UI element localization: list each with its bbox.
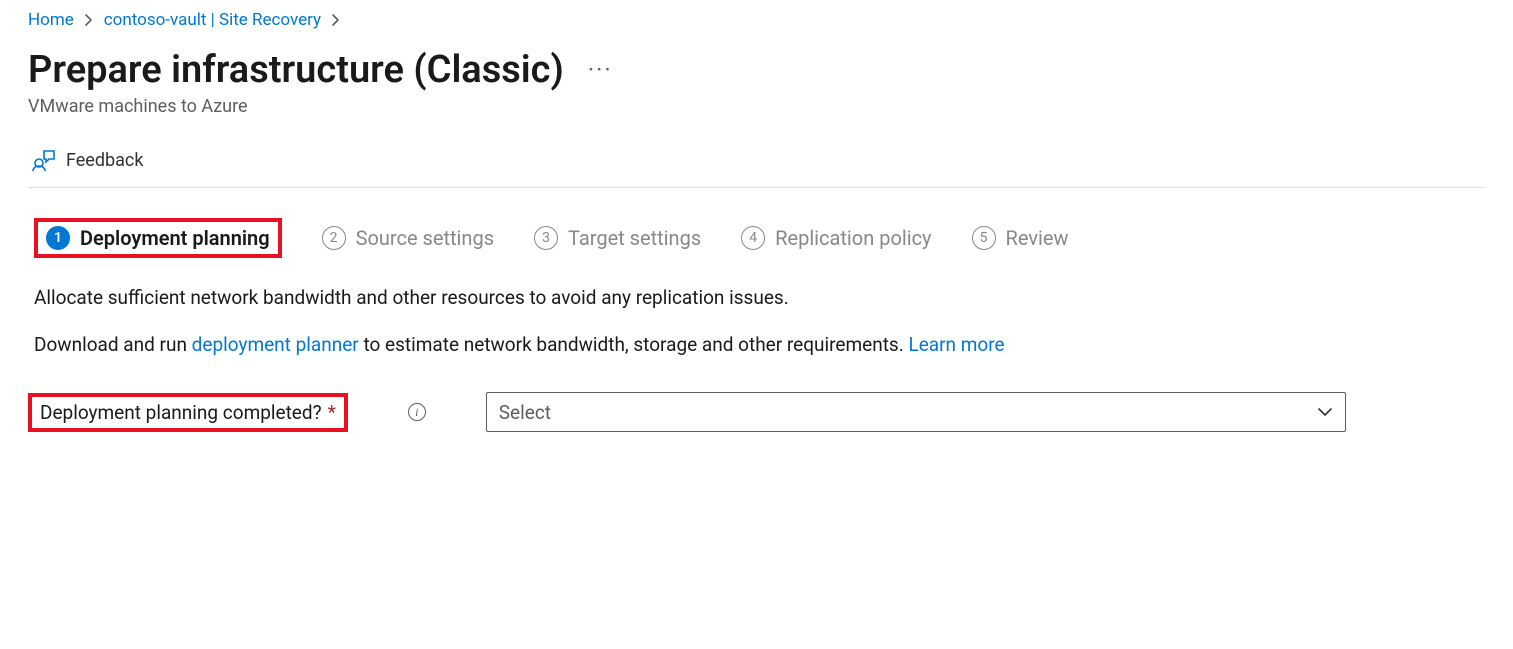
description-line-1: Allocate sufficient network bandwidth an… <box>28 286 1485 309</box>
feedback-button[interactable]: Feedback <box>28 141 1485 188</box>
page-subtitle: VMware machines to Azure <box>28 96 1485 117</box>
learn-more-link[interactable]: Learn more <box>908 333 1004 356</box>
deployment-planning-select[interactable]: Select <box>486 392 1346 432</box>
step-label: Review <box>1006 226 1069 250</box>
info-icon[interactable]: i <box>408 403 426 421</box>
step-label: Deployment planning <box>80 226 270 250</box>
text-fragment: to estimate network bandwidth, storage a… <box>359 333 909 356</box>
page-title: Prepare infrastructure (Classic) <box>28 48 564 92</box>
chevron-down-icon <box>1317 407 1333 417</box>
highlight-annotation: Deployment planning completed? * <box>28 393 348 432</box>
step-number: 3 <box>534 226 558 250</box>
select-placeholder: Select <box>499 401 551 424</box>
tab-source-settings[interactable]: 2 Source settings <box>322 226 494 250</box>
tab-deployment-planning[interactable]: 1 Deployment planning <box>46 226 270 250</box>
step-number: 4 <box>741 226 765 250</box>
step-label: Replication policy <box>775 226 931 250</box>
deployment-planner-link[interactable]: deployment planner <box>192 333 359 356</box>
description-line-2: Download and run deployment planner to e… <box>28 333 1485 356</box>
step-number: 2 <box>322 226 346 250</box>
chevron-right-icon <box>84 14 94 26</box>
step-label: Source settings <box>356 226 494 250</box>
tab-target-settings[interactable]: 3 Target settings <box>534 226 701 250</box>
more-actions-button[interactable]: ··· <box>588 58 613 82</box>
step-number: 5 <box>972 226 996 250</box>
deployment-planning-field-row: Deployment planning completed? * i Selec… <box>28 392 1485 432</box>
breadcrumb-home[interactable]: Home <box>28 10 74 30</box>
feedback-icon <box>32 149 56 171</box>
tab-replication-policy[interactable]: 4 Replication policy <box>741 226 931 250</box>
breadcrumb-vault[interactable]: contoso-vault | Site Recovery <box>104 10 321 30</box>
field-label: Deployment planning completed? <box>40 401 322 424</box>
step-label: Target settings <box>568 226 701 250</box>
required-marker: * <box>328 401 336 424</box>
feedback-label: Feedback <box>66 150 143 171</box>
breadcrumb: Home contoso-vault | Site Recovery <box>28 10 1485 30</box>
wizard-steps: 1 Deployment planning 2 Source settings … <box>28 218 1485 258</box>
chevron-right-icon <box>331 14 341 26</box>
highlight-annotation: 1 Deployment planning <box>34 218 282 258</box>
text-fragment: Download and run <box>34 333 192 356</box>
tab-review[interactable]: 5 Review <box>972 226 1069 250</box>
step-number: 1 <box>46 226 70 250</box>
